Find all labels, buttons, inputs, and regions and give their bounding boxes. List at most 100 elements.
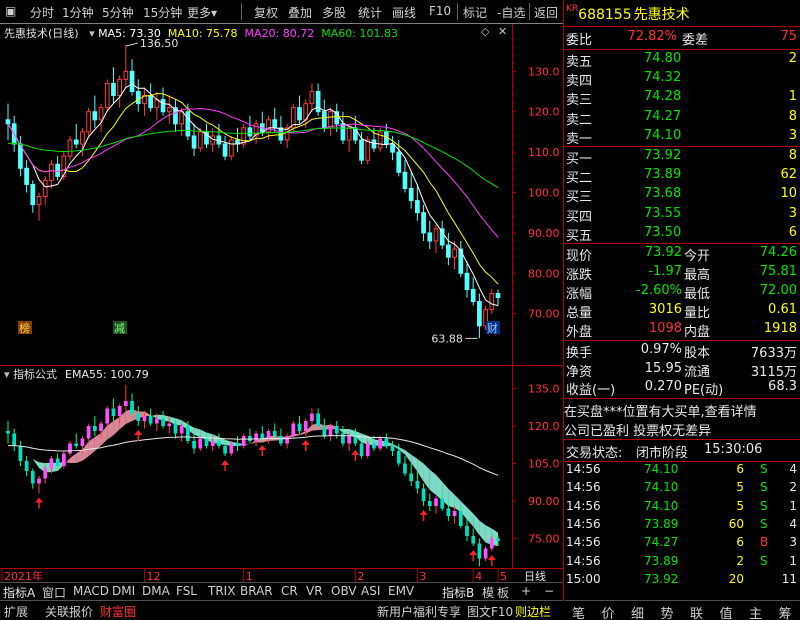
sub-candle (347, 436, 351, 444)
candle-body (315, 91, 321, 113)
kline-svg[interactable]: 130.0120.0110.0100.090.0080.0070.00136.5… (0, 24, 563, 366)
band-segment (429, 469, 436, 495)
badge-reduce[interactable]: 减 (113, 321, 127, 335)
indicator-tab-16[interactable]: + (521, 584, 531, 598)
quote-tab-2[interactable]: 细 (631, 603, 644, 620)
badge-rank[interactable]: 榜 (18, 321, 32, 335)
period-label[interactable]: 日线 (524, 569, 546, 583)
sub-candle (198, 438, 203, 449)
toolbar-item-2[interactable]: 5分钟 (102, 4, 134, 21)
candle-body (222, 143, 228, 157)
stat-value: 73.92 (644, 245, 682, 260)
indicator-tab-1[interactable]: 窗口 (42, 584, 66, 601)
ask-price: 74.28 (644, 89, 682, 105)
indicator-tab-2[interactable]: MACD (73, 584, 109, 598)
sub-candle (341, 433, 345, 444)
badge-finance-text: 财 (487, 321, 498, 335)
tick-direction: S (760, 462, 768, 476)
indicator-tab-7[interactable]: BRAR (240, 584, 273, 598)
indicator-tab-6[interactable]: TRIX (208, 584, 235, 598)
fund-label: 换手 (566, 346, 593, 361)
sub-settings-icon[interactable]: ▾ (4, 368, 13, 381)
indicator-sub-chart[interactable]: 135.0 120.0 105.0 90.00 75.00 ▾ 指标公式 EMA55: 1… (0, 366, 563, 568)
indicator-tab-11[interactable]: ASI (361, 584, 380, 598)
indicator-tab-12[interactable]: EMV (388, 584, 414, 598)
candle-body (446, 244, 451, 258)
tick-count: 3 (789, 535, 797, 550)
expand-icon[interactable]: ◇ (481, 25, 489, 38)
indicator-svg[interactable]: 135.0 120.0 105.0 90.00 75.00 (0, 366, 563, 568)
bottom-tab-left-0[interactable]: 扩展 (4, 603, 28, 620)
toolbar-item-1[interactable]: 1分钟 (62, 4, 94, 21)
bid-volume: 3 (788, 205, 797, 221)
toolbar-item-11[interactable]: 标记 (463, 4, 487, 21)
indicator-tab-10[interactable]: OBV (331, 584, 357, 598)
chart-type-icon[interactable]: ▣ (5, 4, 16, 18)
indicator-tab-3[interactable]: DMI (112, 584, 135, 598)
chart-title: 先惠技术(日线) (4, 27, 79, 40)
toolbar-item-4[interactable]: 更多▾ (187, 4, 217, 21)
ma10-line (7, 92, 499, 285)
bottom-tab-right-0[interactable]: 新用户福利专享 (377, 603, 461, 620)
quote-tab-5[interactable]: 值 (720, 603, 733, 620)
news-line-1[interactable]: 在买盘***位置有大买单,查看详情 (564, 401, 800, 419)
bottom-tab-left-1[interactable]: 关联报价 (45, 603, 93, 620)
toolbar-item-8[interactable]: 统计 (358, 4, 382, 21)
indicator-tab-0[interactable]: 指标A (3, 584, 35, 601)
indicator-tab-13[interactable]: 指标B (442, 584, 474, 601)
stat-value: 3016 (648, 302, 682, 317)
toolbar-item-10[interactable]: F10 (429, 4, 451, 18)
sub-candle (390, 446, 395, 451)
band-segment (466, 507, 474, 527)
bottom-tab-right-1[interactable]: 图文F10 (467, 603, 513, 620)
quote-tab-3[interactable]: 势 (661, 603, 674, 620)
toolbar-item-3[interactable]: 15分钟 (143, 4, 182, 21)
quote-tab-1[interactable]: 价 (602, 603, 615, 620)
news-line-2[interactable]: 公司已盈利 投票权无差异 (564, 420, 800, 439)
stat-value-2: 75.81 (759, 264, 797, 279)
badge-finance[interactable]: 财 (486, 321, 500, 335)
stat-value: -2.60% (636, 283, 682, 298)
quote-tab-7[interactable]: 筹 (779, 603, 792, 620)
toolbar-item-7[interactable]: 多股 (322, 4, 346, 21)
sub-candle (409, 473, 414, 481)
toolbar-item-9[interactable]: 画线 (392, 4, 416, 21)
ask-row: 卖四 74.32 (564, 70, 800, 89)
toolbar-item-6[interactable]: 叠加 (288, 4, 312, 21)
indicator-tab-17[interactable]: − (544, 584, 554, 598)
candle-body (123, 70, 129, 80)
sub-candle (489, 538, 494, 549)
candle-body (98, 107, 104, 121)
candle-body (272, 119, 278, 129)
toolbar-item-0[interactable]: 分时 (30, 4, 54, 21)
candle-body (309, 91, 315, 105)
toolbar-item-12[interactable]: -自选 (497, 4, 525, 21)
trade-status-row: 交易状态: 闭市阶段 15:30:06 (564, 442, 800, 461)
indicator-tab-15[interactable]: 板 (497, 584, 509, 601)
sub-candle (155, 418, 159, 424)
quote-tab-4[interactable]: 联 (690, 603, 703, 620)
indicator-tab-9[interactable]: VR (306, 584, 323, 598)
settings-triangle-icon[interactable]: ▾ (86, 27, 99, 40)
toolbar-item-5[interactable]: 复权 (254, 4, 278, 21)
stat-row: 总量 3016 量比 0.61 (564, 302, 800, 321)
indicator-tab-5[interactable]: FSL (176, 584, 197, 598)
close-icon[interactable]: ✕ (498, 25, 507, 38)
kline-main-chart[interactable]: 130.0 120.0 110.0 100.0 90.00 80.00 70.00 136.5… (0, 24, 563, 366)
bid-volume: 6 (788, 224, 797, 240)
ask-price: 74.32 (644, 70, 682, 86)
sub-candle (241, 436, 246, 446)
indicator-tab-8[interactable]: CR (281, 584, 298, 598)
bottom-tab-right-2[interactable]: 则边栏 (515, 603, 551, 620)
arrow-head (469, 550, 478, 555)
sub-candle (68, 443, 72, 454)
sub-candle (173, 423, 178, 434)
tick-direction: S (760, 516, 768, 531)
toolbar-item-13[interactable]: 返回 (534, 4, 558, 21)
indicator-tab-14[interactable]: 模 (482, 584, 494, 601)
quote-tab-6[interactable]: 主 (749, 603, 762, 620)
bottom-tab-left-2[interactable]: 财富圈 (100, 603, 136, 620)
candle-body (470, 288, 476, 303)
quote-tab-0[interactable]: 笔 (572, 603, 585, 620)
indicator-tab-4[interactable]: DMA (142, 584, 170, 598)
